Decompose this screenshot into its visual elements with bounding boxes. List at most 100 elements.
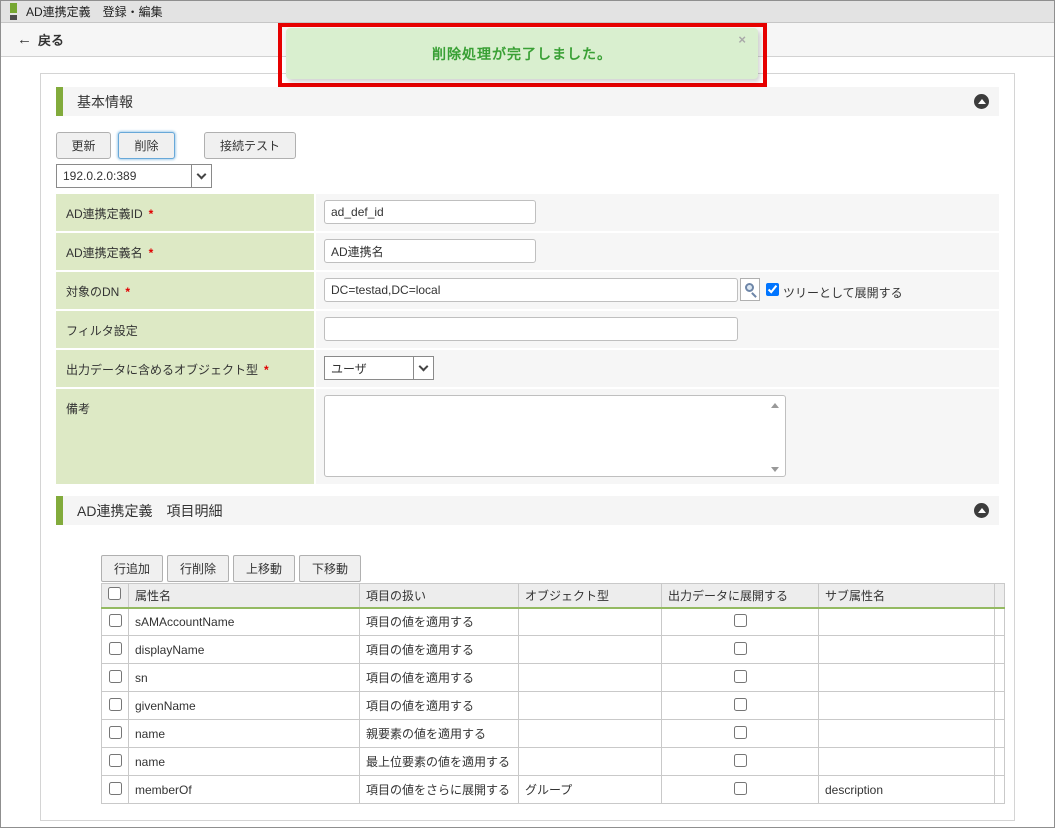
close-icon[interactable]: × <box>738 33 746 46</box>
cell-sub-attribute <box>818 719 995 748</box>
notification-banner: 削除処理が完了しました。 × <box>286 28 758 79</box>
expand-checkbox[interactable] <box>733 697 747 711</box>
move-down-button[interactable]: 下移動 <box>299 555 361 582</box>
cell-spacer <box>994 747 1005 776</box>
form-row-target-dn: 対象のDN* ツリーとして展開する <box>56 272 999 309</box>
select-all-checkbox[interactable] <box>108 587 121 601</box>
cell-object-type <box>518 719 662 748</box>
field-label: AD連携定義ID * <box>56 194 314 231</box>
required-mark: * <box>125 285 131 299</box>
cell-object-type <box>518 691 662 720</box>
column-header-object-type: オブジェクト型 <box>518 583 662 609</box>
filter-input[interactable] <box>324 317 738 341</box>
cell-attribute: givenName <box>128 691 360 720</box>
collapse-up-icon[interactable] <box>974 94 989 109</box>
expand-checkbox[interactable] <box>733 725 747 739</box>
row-select-checkbox[interactable] <box>108 753 122 767</box>
field-value-area <box>316 311 999 348</box>
section-accent-bar <box>56 496 63 525</box>
cell-object-type <box>518 663 662 692</box>
table-row: memberOf 項目の値をさらに展開する グループ description <box>101 775 1005 804</box>
back-button[interactable]: ← 戻る <box>17 30 64 49</box>
basic-form: AD連携定義ID* AD連携定義名* 対象のDN* ツリーとして展開する <box>56 194 999 484</box>
field-value-area <box>316 194 999 231</box>
field-label: 出力データに含めるオブジェクト型 * <box>56 350 314 387</box>
detail-table: 属性名 項目の扱い オブジェクト型 出力データに展開する サブ属性名 sAMAc… <box>101 583 1005 804</box>
row-select-checkbox[interactable] <box>108 669 122 683</box>
cell-sub-attribute <box>818 607 995 636</box>
delete-button[interactable]: 削除 <box>118 132 175 159</box>
object-type-select-value: ユーザ <box>331 361 367 376</box>
table-row: name 最上位要素の値を適用する <box>101 747 1005 776</box>
row-select-checkbox[interactable] <box>108 697 122 711</box>
delete-row-button[interactable]: 行削除 <box>167 555 229 582</box>
column-header-handling: 項目の扱い <box>359 583 519 609</box>
cell-handling: 親要素の値を適用する <box>359 719 519 748</box>
expand-checkbox[interactable] <box>733 669 747 683</box>
form-row-def-id: AD連携定義ID * <box>56 194 999 231</box>
row-select-checkbox[interactable] <box>108 613 122 627</box>
object-type-select[interactable]: ユーザ <box>324 356 434 380</box>
scroll-down-icon[interactable] <box>771 467 779 472</box>
cell-spacer <box>994 663 1005 692</box>
notification-message: 削除処理が完了しました。 <box>432 45 612 62</box>
chevron-down-icon <box>413 357 433 379</box>
expand-checkbox[interactable] <box>733 781 747 795</box>
cell-object-type <box>518 607 662 636</box>
cell-attribute: name <box>128 747 360 776</box>
def-name-input[interactable] <box>324 239 536 263</box>
expand-checkbox[interactable] <box>733 753 747 767</box>
cell-sub-attribute <box>818 663 995 692</box>
page-title: AD連携定義 登録・編集 <box>26 5 163 19</box>
form-row-filter: フィルタ設定 <box>56 311 999 348</box>
content-panel: 基本情報 更新 削除 接続テスト 192.0.2.0:389 AD連携定義ID *… <box>40 73 1015 821</box>
expand-checkbox[interactable] <box>733 641 747 655</box>
cell-handling: 項目の値を適用する <box>359 607 519 636</box>
row-select-checkbox[interactable] <box>108 781 122 795</box>
server-select-value: 192.0.2.0:389 <box>63 169 137 183</box>
back-label: 戻る <box>38 33 65 48</box>
collapse-up-icon[interactable] <box>974 503 989 518</box>
connection-test-button[interactable]: 接続テスト <box>204 132 296 159</box>
move-up-button[interactable]: 上移動 <box>233 555 295 582</box>
field-label: AD連携定義名 * <box>56 233 314 270</box>
table-row: sn 項目の値を適用する <box>101 663 1005 692</box>
add-row-button[interactable]: 行追加 <box>101 555 163 582</box>
back-arrow-icon: ← <box>17 31 32 48</box>
cell-attribute: displayName <box>128 635 360 664</box>
table-row: sAMAccountName 項目の値を適用する <box>101 607 1005 636</box>
row-select-checkbox[interactable] <box>108 725 122 739</box>
table-row: name 親要素の値を適用する <box>101 719 1005 748</box>
server-select[interactable]: 192.0.2.0:389 <box>56 164 212 188</box>
cell-sub-attribute <box>818 691 995 720</box>
memo-textarea[interactable] <box>324 395 786 477</box>
column-header-expand: 出力データに展開する <box>661 583 819 609</box>
required-mark: * <box>148 246 154 260</box>
cell-handling: 項目の値をさらに展開する <box>359 775 519 804</box>
cell-spacer <box>994 635 1005 664</box>
form-row-memo: 備考 <box>56 389 999 484</box>
row-operation-buttons: 行追加 行削除 上移動 下移動 <box>101 555 999 582</box>
column-header-sub-attribute: サブ属性名 <box>818 583 995 609</box>
expand-checkbox[interactable] <box>733 613 747 627</box>
search-icon[interactable] <box>740 278 760 301</box>
cell-attribute: memberOf <box>128 775 360 804</box>
scroll-up-icon[interactable] <box>771 403 779 408</box>
basic-section-title: 基本情報 <box>77 93 133 110</box>
section-accent-bar <box>56 87 63 116</box>
cell-spacer <box>994 691 1005 720</box>
target-dn-input[interactable] <box>324 278 738 302</box>
cell-sub-attribute <box>818 747 995 776</box>
title-bar: AD連携定義 登録・編集 <box>1 1 1054 23</box>
cell-sub-attribute: description <box>818 775 995 804</box>
cell-handling: 最上位要素の値を適用する <box>359 747 519 776</box>
update-button[interactable]: 更新 <box>56 132 111 159</box>
def-id-input[interactable] <box>324 200 536 224</box>
tree-expand-checkbox[interactable] <box>766 283 779 296</box>
chevron-down-icon <box>191 165 211 187</box>
row-select-checkbox[interactable] <box>108 641 122 655</box>
cell-sub-attribute <box>818 635 995 664</box>
cell-spacer <box>994 719 1005 748</box>
field-label: フィルタ設定 <box>56 311 314 348</box>
cell-handling: 項目の値を適用する <box>359 663 519 692</box>
